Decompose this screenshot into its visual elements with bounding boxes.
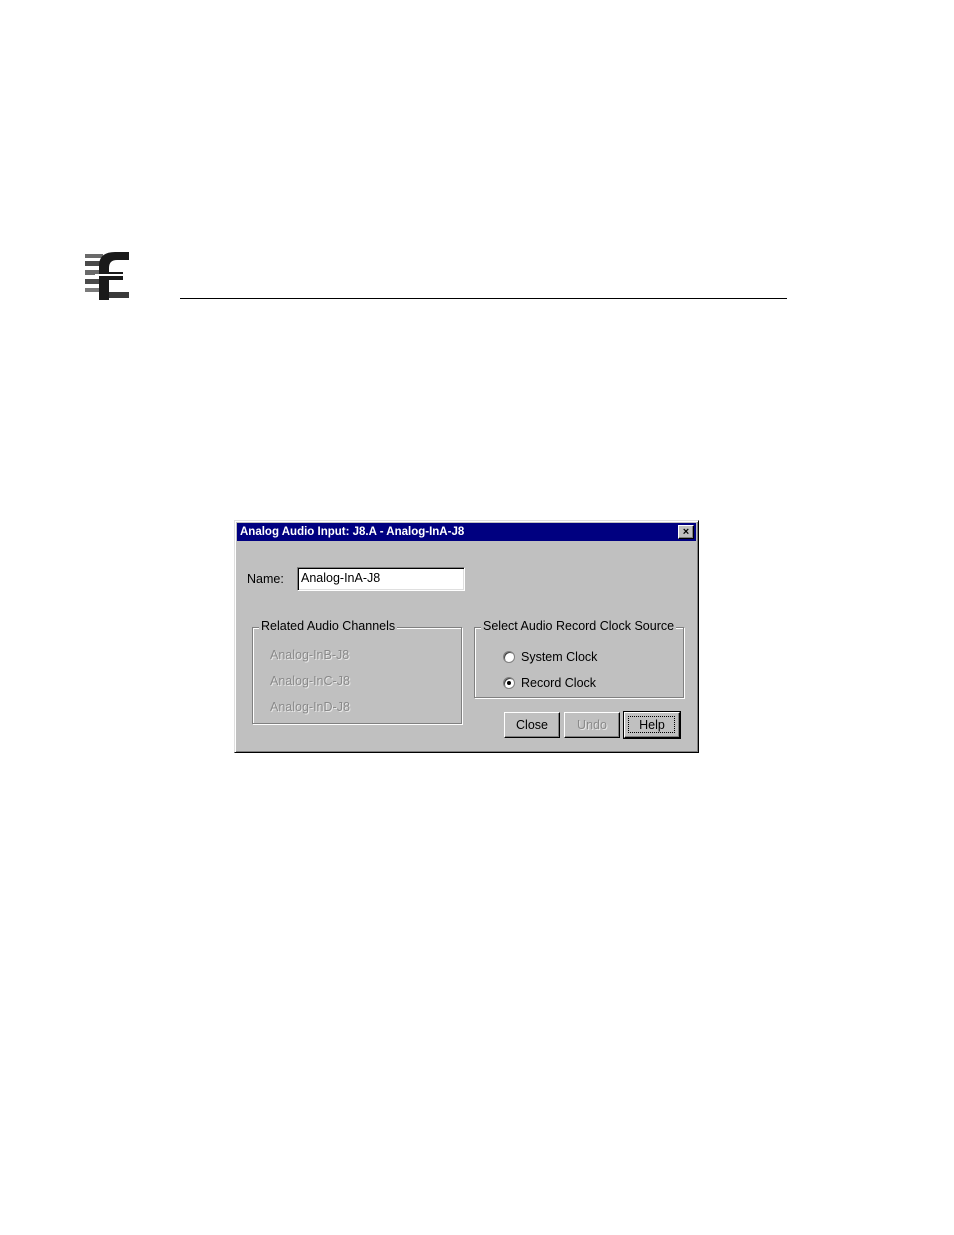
undo-button[interactable]: Undo: [564, 712, 620, 738]
clock-source-group: Select Audio Record Clock Source System …: [474, 619, 684, 698]
radio-system-clock-label: System Clock: [521, 650, 598, 664]
related-channel-item: Analog-InD-J8: [270, 700, 350, 714]
radio-button-checked[interactable]: [503, 677, 515, 689]
related-audio-channels-legend: Related Audio Channels: [259, 619, 398, 633]
dialog-titlebar[interactable]: Analog Audio Input: J8.A - Analog-InA-J8…: [237, 523, 696, 541]
analog-audio-input-dialog: Analog Audio Input: J8.A - Analog-InA-J8…: [234, 520, 699, 753]
radio-button-unchecked[interactable]: [503, 651, 515, 663]
close-button[interactable]: Close: [504, 712, 560, 738]
help-button[interactable]: Help: [623, 711, 681, 739]
company-logo-icon: [85, 250, 129, 302]
name-label: Name:: [247, 572, 284, 586]
header-rule: [180, 298, 787, 299]
related-channel-item: Analog-InC-J8: [270, 674, 350, 688]
dialog-title: Analog Audio Input: J8.A - Analog-InA-J8: [240, 526, 465, 538]
close-icon[interactable]: ×: [678, 525, 694, 539]
name-input[interactable]: [297, 567, 465, 591]
related-audio-channels-group: Related Audio Channels Analog-InB-J8 Ana…: [252, 619, 462, 724]
clock-source-legend: Select Audio Record Clock Source: [481, 619, 677, 633]
radio-record-clock[interactable]: Record Clock: [503, 675, 596, 691]
radio-record-clock-label: Record Clock: [521, 676, 597, 690]
radio-system-clock[interactable]: System Clock: [503, 649, 597, 665]
related-channel-item: Analog-InB-J8: [270, 648, 350, 662]
help-button-label: Help: [639, 717, 665, 732]
